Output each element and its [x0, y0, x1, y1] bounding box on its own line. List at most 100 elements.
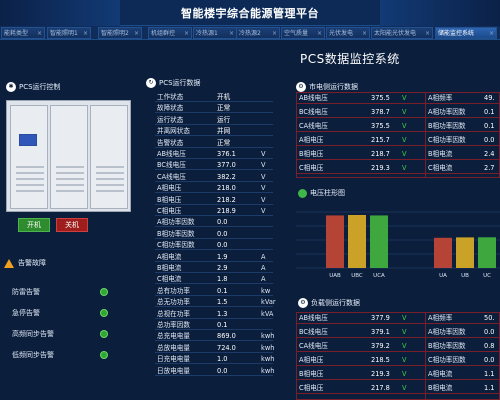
row-label: 故障状态 [157, 104, 184, 113]
close-icon[interactable]: × [184, 28, 189, 38]
alarm-item-lightning: 防雷告警 [12, 288, 40, 296]
vent [96, 190, 124, 192]
tab-air-quality[interactable]: 空气质量 × [281, 27, 325, 39]
pcs-cabinet-image [6, 100, 131, 212]
tab-energy-type[interactable]: 能耗类型 × [1, 27, 45, 39]
tab-hvac-2[interactable]: 冷热源2 × [236, 27, 280, 39]
tab-lighting-2[interactable]: 智能照明2 × [98, 27, 142, 39]
row-label: 告警状态 [157, 138, 184, 147]
voltage-chart-svg: UAB UBC UCA UA UB UC [296, 211, 500, 279]
row-value: 218.7 [371, 150, 390, 158]
row-label: CA线电压 [299, 122, 328, 130]
row-value: 375.5 [371, 122, 390, 130]
tab-label: 冷热源1 [196, 30, 218, 37]
table-row: C相功率因数 0.0 [426, 355, 500, 366]
row-value: 382.2 [217, 172, 236, 181]
row-value: 2.9 [217, 264, 228, 272]
row-label: C相电流 [428, 164, 453, 172]
grid-data-header: ⚙ 市电侧运行数据 [296, 82, 358, 92]
row-value: 0.8 [484, 342, 495, 350]
row-unit: V [261, 207, 266, 215]
row-unit: kwh [261, 355, 275, 364]
row-label: A相频率 [428, 314, 453, 322]
row-label: C相电压 [157, 207, 182, 215]
table-row: A相电流 1.1 [426, 369, 500, 380]
row-label: 总有功功率 [157, 286, 190, 295]
tab-hvac-1[interactable]: 冷热源1 × [193, 27, 237, 39]
table-row: A相频率 50. [426, 313, 500, 324]
close-icon[interactable]: × [489, 28, 494, 38]
pcs-data-row: AB线电压 376.1 V [155, 149, 273, 159]
row-unit: A [261, 252, 266, 261]
close-icon[interactable]: × [37, 28, 42, 38]
cabinet-door [10, 105, 48, 209]
vent [96, 178, 124, 180]
close-icon[interactable]: × [362, 28, 367, 38]
row-label: B相电压 [157, 195, 182, 204]
pcs-data-title: PCS运行数据 [159, 79, 201, 87]
close-icon[interactable]: × [272, 28, 277, 38]
row-unit: V [261, 184, 266, 193]
row-value: 正常 [217, 138, 231, 147]
pcs-data-row: A相功率因数 0.0 [155, 217, 273, 228]
tab-storage-monitor[interactable]: 储能监控系统 × [435, 27, 497, 39]
row-unit: V [402, 328, 407, 336]
tick-label: UB [461, 273, 469, 279]
tab-solar-pv[interactable]: 太阳能光伏发电 × [371, 27, 433, 39]
voltage-chart: UAB UBC UCA UA UB UC [296, 208, 500, 280]
close-icon[interactable]: × [317, 28, 322, 38]
pcs-data-row: 日放电电量 0.0 kwh [155, 366, 274, 376]
tab-pv[interactable]: 光伏发电 × [326, 27, 370, 39]
close-icon[interactable]: × [229, 28, 234, 38]
row-label: BC线电压 [157, 161, 186, 170]
row-label: 总无功功率 [157, 298, 190, 307]
table-row: CA线电压 375.5 V [297, 121, 425, 132]
load-data-title: 负载侧运行数据 [311, 299, 360, 307]
close-icon[interactable]: × [134, 28, 139, 38]
tab-label: 能耗类型 [4, 30, 29, 37]
table-row: C相功率因数 0.0 [426, 135, 500, 146]
close-icon[interactable]: × [425, 28, 430, 38]
row-value: 50. [484, 314, 495, 322]
close-icon[interactable]: × [83, 28, 88, 38]
row-value: 0.1 [484, 108, 495, 116]
row-value: 2.4 [484, 150, 495, 158]
tab-lighting-1[interactable]: 智能照明1 × [47, 27, 91, 39]
row-unit: V [402, 94, 407, 102]
row-label: B相电压 [299, 370, 324, 378]
tick-label: UA [439, 273, 447, 279]
row-value: 724.0 [217, 343, 236, 352]
alarm-header: 告警故障 [4, 258, 46, 268]
vent [56, 184, 84, 186]
row-label: A相功率因数 [428, 328, 466, 336]
row-label: CA线电压 [157, 172, 186, 181]
row-label: 并离网状态 [157, 127, 190, 136]
tab-label: 光伏发电 [329, 30, 354, 37]
row-value: 869.0 [217, 332, 236, 341]
alarm-item-high-freq: 高频同步告警 [12, 330, 54, 338]
row-value: 1.1 [484, 370, 495, 378]
row-unit: V [402, 370, 407, 378]
pcs-data-row: BC线电压 377.0 V [155, 160, 273, 171]
row-label: 工作状态 [157, 93, 184, 101]
row-unit: kwh [261, 343, 275, 352]
row-unit: A [261, 275, 266, 284]
pcs-data-row: CA线电压 382.2 V [155, 172, 273, 182]
tab-unit-control[interactable]: 机组群控 × [148, 27, 192, 39]
row-unit: V [402, 136, 407, 144]
row-value: 219.3 [371, 164, 390, 172]
row-value: 0.1 [217, 321, 228, 329]
row-label: A相电流 [428, 370, 453, 378]
gear-icon: ⚙ [298, 298, 308, 308]
row-label: 总功率因数 [157, 321, 190, 329]
power-on-button[interactable]: 开机 [18, 218, 50, 232]
row-unit: kwh [261, 332, 275, 341]
row-label: 总放电电量 [157, 343, 190, 352]
row-label: A相电流 [157, 252, 182, 261]
power-off-button[interactable]: 关机 [56, 218, 88, 232]
row-label: C相电压 [299, 384, 324, 392]
row-unit: kw [261, 286, 271, 295]
tab-label: 太阳能光伏发电 [374, 30, 417, 37]
row-unit: V [402, 122, 407, 130]
row-label: B相电流 [157, 264, 182, 272]
